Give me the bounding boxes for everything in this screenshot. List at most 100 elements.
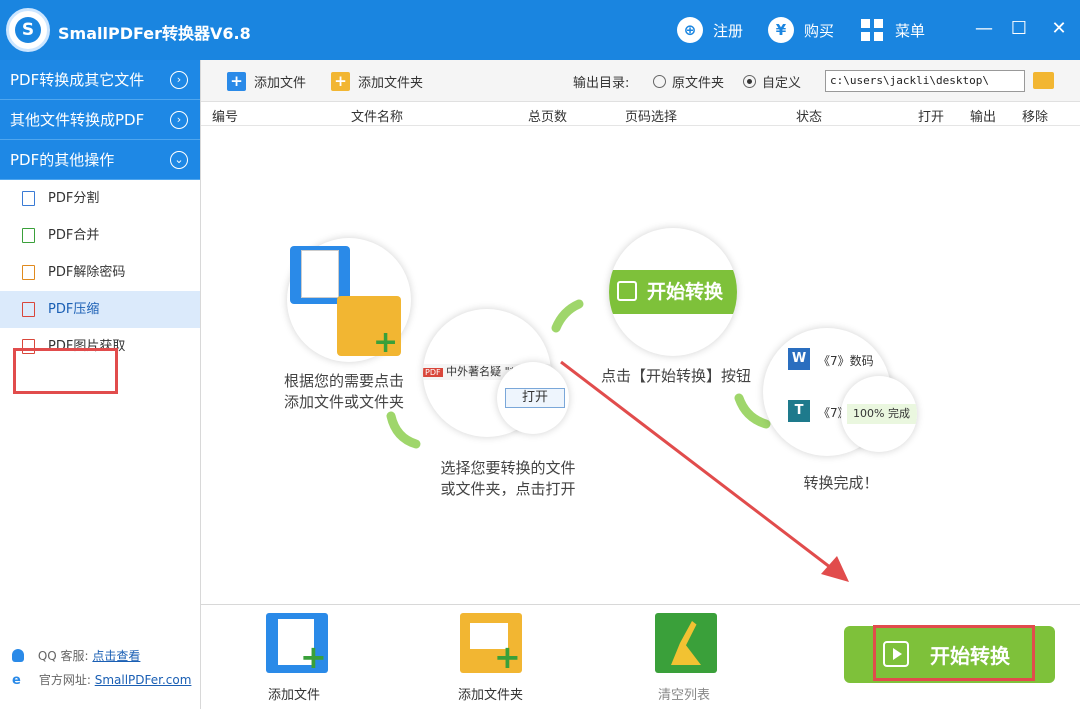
radio-original-folder[interactable]: 原文件夹 (653, 71, 724, 91)
mock-open-button: 打开 (505, 388, 565, 408)
chevron-right-icon: › (170, 71, 188, 89)
guide-arrows (386, 299, 849, 582)
start-highlight-box (873, 625, 1035, 681)
user-add-icon: ⊕ (677, 17, 703, 43)
mock-pdf-badge: PDF (423, 368, 443, 377)
plus-icon: + (494, 638, 521, 676)
chevron-right-icon: › (170, 111, 188, 129)
section-label: 其他文件转换成PDF (10, 111, 145, 129)
mock-progress-value: 100% (853, 407, 885, 420)
add-folder-big-label[interactable]: 添加文件夹 (458, 684, 523, 703)
pdf-file-icon (22, 191, 35, 206)
qq-support-row: QQ 客服: 点击查看 (12, 647, 140, 664)
sidebar-section-pdf-other-ops[interactable]: PDF的其他操作 ⌄ (0, 140, 200, 180)
sidebar-section-pdf-to-other[interactable]: PDF转换成其它文件 › (0, 60, 200, 100)
site-link[interactable]: SmallPDFer.com (95, 673, 192, 687)
step3-caption: 点击【开始转换】按钮 (600, 367, 751, 385)
app-window: S SmallPDFer转换器V6.8 ⊕ 注册 ¥ 购买 菜单 — ☐ ✕ P… (0, 0, 1080, 709)
clear-list-label[interactable]: 清空列表 (658, 684, 710, 703)
red-arrow-head-icon (821, 556, 849, 582)
open-button-bubble: 打开 (497, 362, 569, 434)
add-file-big-button[interactable]: + (266, 613, 328, 673)
radio-checked-icon (743, 74, 756, 88)
caption-line: 添加文件或文件夹 (283, 393, 404, 411)
browse-folder-icon[interactable] (1033, 72, 1054, 89)
radio-label: 原文件夹 (672, 75, 725, 91)
website-row: e 官方网址: SmallPDFer.com (12, 671, 191, 688)
sidebar-item-pdf-unlock[interactable]: PDF解除密码 (0, 254, 200, 291)
pdf-file-icon (22, 228, 35, 243)
app-title: SmallPDFer转换器V6.8 (58, 24, 251, 43)
doc-sheet (301, 250, 339, 298)
col-number: 编号 (212, 110, 239, 125)
menu-button[interactable]: 菜单 (861, 15, 925, 45)
plus-icon: + (373, 325, 399, 360)
site-label: 官方网址: (38, 673, 91, 687)
app-logo-icon: S (6, 8, 50, 52)
grid-menu-icon (861, 19, 883, 41)
caption-line: 或文件夹，点击打开 (440, 480, 576, 498)
add-file-big-label[interactable]: 添加文件 (268, 684, 320, 703)
mock-start-label: 开始转换 (647, 281, 724, 303)
plus-icon: + (300, 638, 327, 676)
section-label: PDF转换成其它文件 (10, 71, 145, 89)
sidebar-item-pdf-merge[interactable]: PDF合并 (0, 217, 200, 254)
register-label: 注册 (713, 21, 744, 40)
file-table-header: 编号 文件名称 总页数 页码选择 状态 打开 输出 移除 (201, 102, 1080, 126)
minimize-button[interactable]: — (973, 18, 995, 40)
mock-doc1: 《7》数码 (818, 354, 874, 368)
clear-list-button[interactable] (655, 613, 717, 673)
bottom-action-bar: + 添加文件 + 添加文件夹 清空列表 开始转换 (201, 604, 1080, 709)
radio-label: 自定义 (762, 75, 802, 91)
qq-link[interactable]: 点击查看 (92, 649, 140, 663)
play-icon (617, 281, 637, 301)
caption-line: 选择您要转换的文件 (440, 459, 576, 477)
highlight-box (13, 348, 118, 394)
qq-penguin-icon (12, 649, 24, 662)
yen-icon: ¥ (768, 17, 794, 43)
sidebar-item-label: PDF分割 (48, 191, 100, 206)
add-folder-icon: + (331, 71, 350, 91)
sidebar-item-label: PDF压缩 (48, 302, 100, 317)
add-folder-label: 添加文件夹 (358, 75, 424, 91)
add-file-icon: + (227, 71, 246, 91)
sidebar-item-label: PDF解除密码 (48, 265, 126, 280)
sidebar-section-other-to-pdf[interactable]: 其他文件转换成PDF › (0, 100, 200, 140)
maximize-button[interactable]: ☐ (1008, 18, 1030, 40)
col-page-select: 页码选择 (625, 110, 678, 125)
register-button[interactable]: ⊕ 注册 (677, 15, 743, 45)
progress-bubble: 100% 完成 (841, 376, 917, 452)
output-path-input[interactable]: c:\users\jackli\desktop\ (825, 70, 1025, 92)
sidebar-item-pdf-compress[interactable]: PDF压缩 (0, 291, 200, 328)
file-list-area[interactable]: + 根据您的需要点击 添加文件或文件夹 PDF 中外著名疑 "*.pdf,*. … (201, 126, 1080, 604)
mock-progress-bar: 100% 完成 (847, 404, 917, 424)
step3-bubble: 开始转换 (609, 228, 737, 356)
sidebar-item-pdf-split[interactable]: PDF分割 (0, 180, 200, 217)
buy-button[interactable]: ¥ 购买 (768, 15, 834, 45)
browser-e-icon: e (12, 673, 21, 688)
col-output: 输出 (970, 110, 997, 125)
radio-custom-folder[interactable]: 自定义 (743, 71, 801, 91)
mock-filename: 中外著名疑 (446, 365, 502, 378)
close-button[interactable]: ✕ (1048, 18, 1070, 40)
mock-start-button: 开始转换 (609, 270, 737, 314)
step4-caption: 转换完成！ (803, 474, 879, 492)
pdf-file-icon (22, 302, 35, 317)
step1-caption: 根据您的需要点击 添加文件或文件夹 (259, 371, 429, 413)
col-open: 打开 (918, 110, 945, 125)
sidebar-item-label: PDF合并 (48, 228, 100, 243)
text-doc-icon: T (788, 400, 810, 422)
add-folder-big-button[interactable]: + (460, 613, 522, 673)
toolbar: + 添加文件 + 添加文件夹 输出目录: 原文件夹 自定义 c:\users\j… (201, 60, 1080, 102)
col-remove: 移除 (1022, 110, 1049, 125)
output-dir-label: 输出目录: (573, 75, 630, 91)
mock-done-label: 完成 (887, 407, 910, 420)
col-filename: 文件名称 (351, 110, 404, 125)
title-bar: S SmallPDFer转换器V6.8 ⊕ 注册 ¥ 购买 菜单 — ☐ ✕ (0, 0, 1080, 60)
chevron-down-icon: ⌄ (170, 151, 188, 169)
add-folder-tool-button[interactable]: + 添加文件夹 (331, 71, 423, 91)
buy-label: 购买 (804, 21, 835, 40)
menu-label: 菜单 (895, 21, 926, 40)
radio-icon (653, 74, 666, 88)
add-file-tool-button[interactable]: + 添加文件 (227, 71, 306, 91)
